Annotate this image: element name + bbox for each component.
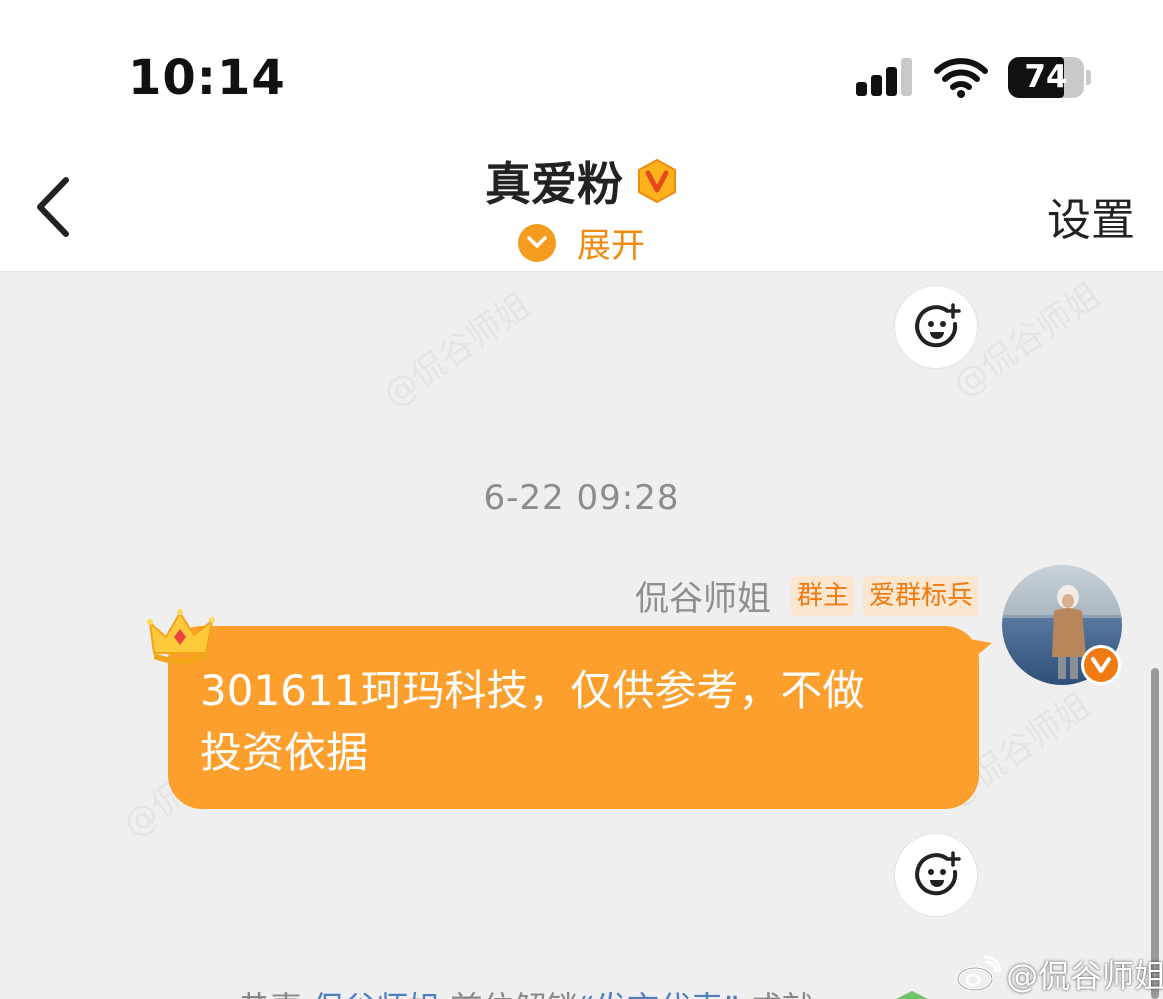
corner-watermark: @侃谷师姐 <box>955 951 1163 995</box>
message-text-line-1: 301611珂玛科技，仅供参考，不做 <box>200 666 865 715</box>
sender-row: 侃谷师姐 群主 爱群标兵 <box>635 571 979 619</box>
add-emoji-reaction-icon <box>915 851 961 896</box>
chat-area[interactable]: @侃谷师姐 @侃谷师姐 @侃谷师姐 @侃谷师姐 6-22 09:28 侃谷师姐群… <box>0 273 1163 999</box>
group-title[interactable]: 真爱粉 <box>485 148 623 214</box>
chevron-down-circle-icon <box>517 223 556 262</box>
crown-icon <box>146 607 218 667</box>
wifi-icon <box>934 56 988 98</box>
battery-percent: 74 <box>1024 59 1068 95</box>
signal-icon <box>856 58 914 96</box>
add-reaction-button[interactable] <box>894 833 978 917</box>
status-bar: 10:14 74 <box>0 0 1163 130</box>
notice-middle: 首位解锁 <box>450 989 578 999</box>
sender-name[interactable]: 侃谷师姐 <box>635 571 771 620</box>
notice-suffix: 成就 <box>750 989 814 999</box>
add-emoji-reaction-icon <box>915 303 961 348</box>
achievement-icon <box>892 989 932 999</box>
title-row: 真爱粉 <box>0 148 1163 214</box>
vip-v-badge-icon <box>636 158 678 204</box>
message-timestamp: 6-22 09:28 <box>483 478 680 518</box>
tag-model-member: 爱群标兵 <box>862 575 979 616</box>
battery-icon: 74 <box>1008 57 1084 98</box>
weibo-logo-icon <box>955 955 1002 992</box>
notice-achievement-link[interactable]: “发言代表” <box>578 989 739 999</box>
message-bubble[interactable]: 301611珂玛科技，仅供参考，不做 投资依据 <box>168 626 979 809</box>
message-text-line-2: 投资依据 <box>200 728 369 777</box>
chat-scrollbar[interactable] <box>1151 668 1159 999</box>
notice-prefix: 恭喜 <box>238 989 302 999</box>
expand-toggle[interactable]: 展开 <box>0 218 1163 267</box>
settings-button[interactable]: 设置 <box>1047 184 1135 248</box>
notice-user-link[interactable]: 侃谷师姐 <box>312 989 440 999</box>
chat-header: 真爱粉 展开 设置 <box>0 130 1163 272</box>
tag-group-owner: 群主 <box>790 575 855 616</box>
system-notice: 恭喜 侃谷师姐 首位解锁“发言代表” 成就 <box>238 983 814 999</box>
status-time: 10:14 <box>128 50 286 106</box>
add-reaction-button[interactable] <box>894 285 978 369</box>
battery-cap <box>1086 70 1091 85</box>
expand-label: 展开 <box>577 226 646 266</box>
verified-v-icon <box>1081 645 1121 685</box>
corner-watermark-text: @侃谷师姐 <box>1006 957 1163 995</box>
background-watermark: @侃谷师姐 <box>371 279 538 417</box>
